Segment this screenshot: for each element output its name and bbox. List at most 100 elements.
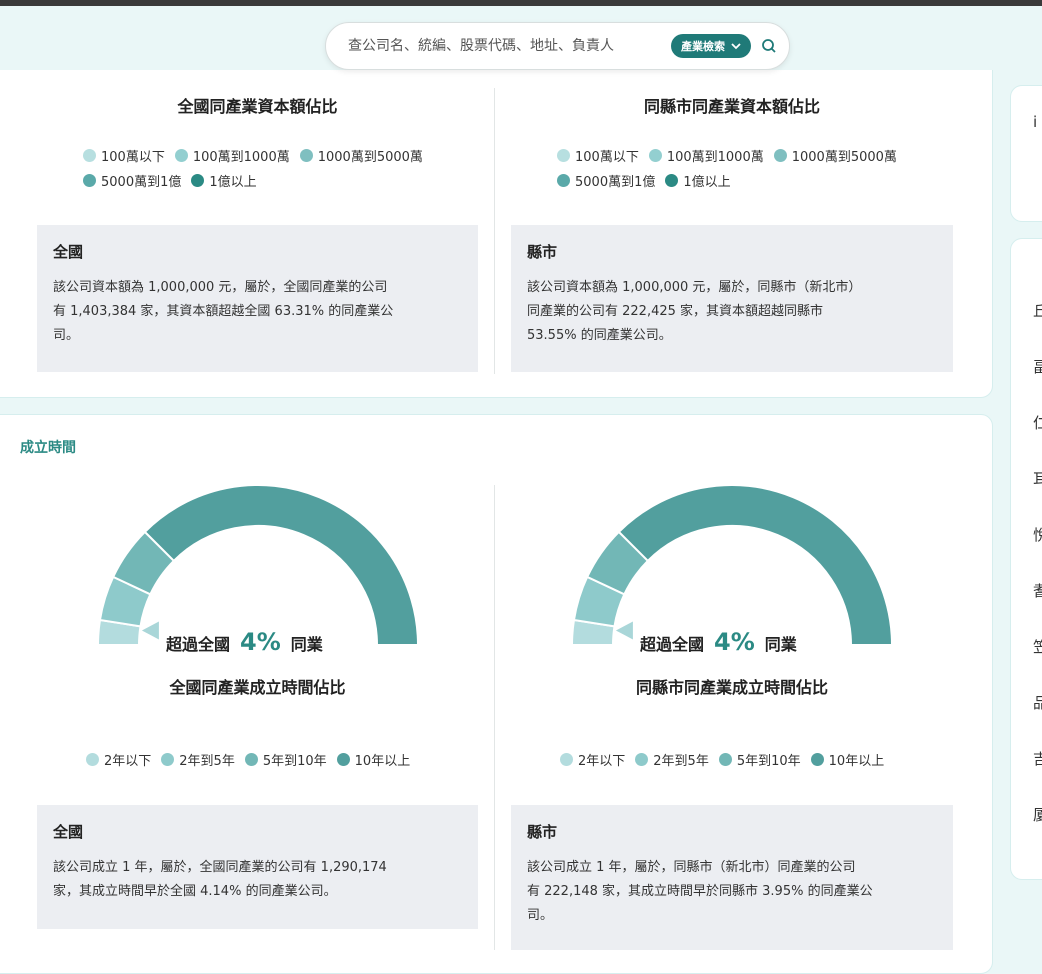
legend-item[interactable]: 100萬以下 [557,146,639,165]
infobox-text: 該公司成立 1 年，屬於，同縣市（新北市）同產業的公司 有 222,148 家，… [527,856,937,928]
side-card-list [1010,238,1042,880]
capital-county-legend: 100萬以下 100萬到1000萬 1000萬到5000萬 5000萬到1億 1… [557,146,897,196]
county-gauge-caption: 超過全國 4% 同業 [640,628,797,656]
infobox-line: 該公司資本額為 1,000,000 元，屬於，全國同產業的公司 [53,280,388,295]
infobox-line: 53.55% 的同產業公司。 [527,328,672,343]
legend-label: 1億以上 [209,175,257,190]
national-founding-gauge [96,484,420,646]
founding-county-title: 同縣市同產業成立時間佔比 [635,678,828,697]
infobox-line: 有 222,148 家，其成立時間早於同縣市 3.95% 的同產業公 [527,884,873,899]
legend-dot [83,174,96,187]
capital-county-infobox: 縣市 該公司資本額為 1,000,000 元，屬於，同縣市（新北市） 同產業的公… [511,225,953,372]
founding-divider [494,485,495,950]
legend-dot [191,174,205,187]
search-input[interactable] [346,37,671,55]
side-list-item: i [1033,113,1038,131]
legend-label: 1000萬到5000萬 [317,150,423,165]
side-list-item[interactable]: 品 [1033,692,1042,713]
gauge-marker-arrow [141,621,159,640]
legend-item[interactable]: 1000萬到5000萬 [299,146,423,165]
legend-item[interactable]: 2年到5年 [635,750,709,769]
capital-national-title: 全國同產業資本額佔比 [177,97,338,116]
side-card-top [1010,85,1042,222]
founding-national-title: 全國同產業成立時間佔比 [169,678,346,697]
side-list-item[interactable]: 吉 [1033,748,1042,769]
infobox-line: 同產業的公司有 222,425 家，其資本額超越同縣市 [527,304,824,319]
gauge-segment-10年以上[interactable] [143,484,420,646]
legend-label: 1000萬到5000萬 [791,150,897,165]
side-list-item[interactable]: 悅 [1033,524,1042,545]
legend-item[interactable]: 10年以上 [336,750,411,769]
infobox-line: 該公司成立 1 年，屬於，全國同產業的公司有 1,290,174 [53,860,387,875]
legend-dot [244,753,258,766]
founding-section-label: 成立時間 [20,440,76,456]
legend-label: 2年到5年 [653,754,709,769]
infobox-line: 司。 [527,908,554,923]
legend-dot [810,753,824,766]
legend-dot [557,149,570,162]
search-icon[interactable] [761,38,777,54]
legend-item[interactable]: 10年以上 [810,750,885,769]
gauge-marker-arrow [615,621,633,640]
legend-item[interactable]: 1000萬到5000萬 [773,146,897,165]
legend-dot [557,174,570,187]
founding-national-legend: 2年以下 2年到5年 5年到10年 10年以上 [86,750,410,775]
side-list-item[interactable]: 畐 [1033,356,1042,377]
legend-label: 100萬以下 [575,150,639,165]
legend-label: 10年以上 [354,754,411,769]
capital-divider [494,88,495,374]
industry-search-label: 產業檢索 [681,40,725,53]
legend-dot [718,753,732,766]
infobox-heading: 全國 [53,823,84,841]
legend-item[interactable]: 100萬到1000萬 [648,146,764,165]
capital-national-legend: 100萬以下 100萬到1000萬 1000萬到5000萬 5000萬到1億 1… [83,146,423,196]
legend-label: 10年以上 [828,754,885,769]
legend-item[interactable]: 100萬到1000萬 [174,146,290,165]
legend-label: 5000萬到1億 [575,175,656,190]
side-list-item[interactable]: 笠 [1033,636,1042,657]
legend-item[interactable]: 5年到10年 [244,750,327,769]
legend-item[interactable]: 100萬以下 [83,146,165,165]
legend-dot [83,149,96,162]
infobox-line: 家，其成立時間早於全國 4.14% 的同產業公司。 [53,884,337,899]
legend-item[interactable]: 2年以下 [86,750,151,769]
infobox-line: 該公司成立 1 年，屬於，同縣市（新北市）同產業的公司 [527,860,856,875]
legend-item[interactable]: 1億以上 [191,171,257,190]
capital-national-infobox: 全國 該公司資本額為 1,000,000 元，屬於，全國同產業的公司 有 1,4… [37,225,478,372]
top-bar [0,0,1042,6]
industry-search-button[interactable]: 產業檢索 [671,34,751,58]
side-list-item[interactable]: 厦 [1033,804,1042,825]
county-founding-gauge [570,484,894,646]
founding-county-legend: 2年以下 2年到5年 5年到10年 10年以上 [560,750,884,775]
side-list-item[interactable]: 耳 [1033,468,1042,489]
gauge-suffix: 同業 [290,635,323,654]
legend-dot [560,753,573,766]
legend-dot [635,753,649,766]
legend-item[interactable]: 2年到5年 [161,750,235,769]
legend-label: 100萬以下 [101,150,165,165]
legend-label: 2年到5年 [179,754,235,769]
side-list-item[interactable]: 耆 [1033,580,1042,601]
infobox-heading: 全國 [53,243,84,261]
legend-item[interactable]: 2年以下 [560,750,625,769]
capital-county-title: 同縣市同產業資本額佔比 [643,97,820,116]
legend-item[interactable]: 5000萬到1億 [557,171,655,190]
legend-label: 100萬到1000萬 [666,150,764,165]
legend-item[interactable]: 5年到10年 [718,750,801,769]
legend-dot [773,149,787,162]
side-list-item[interactable]: 仁 [1033,412,1042,433]
side-list-item[interactable]: 丘 [1033,300,1042,321]
gauge-percent: 4% [240,628,281,656]
legend-dot [174,149,188,162]
legend-label: 2年以下 [104,754,152,769]
gauge-segment-10年以上[interactable] [617,484,894,646]
infobox-line: 該公司資本額為 1,000,000 元，屬於，同縣市（新北市） [527,280,862,295]
legend-item[interactable]: 1億以上 [665,171,731,190]
legend-item[interactable]: 5000萬到1億 [83,171,181,190]
legend-label: 5年到10年 [262,754,327,769]
gauge-suffix: 同業 [764,635,797,654]
infobox-text: 該公司成立 1 年，屬於，全國同產業的公司有 1,290,174 家，其成立時間… [53,856,462,904]
legend-dot [299,149,313,162]
infobox-text: 該公司資本額為 1,000,000 元，屬於，全國同產業的公司 有 1,403,… [53,276,462,348]
legend-label: 2年以下 [578,754,626,769]
